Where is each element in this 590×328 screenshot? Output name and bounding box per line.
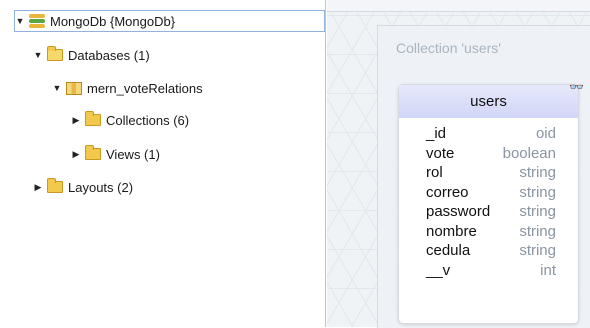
collapse-arrow-icon[interactable]: ▶	[33, 182, 43, 193]
tree-item-collections[interactable]: ▶ Collections (6)	[71, 109, 189, 131]
field-type: string	[519, 242, 556, 259]
tree-item-views[interactable]: ▶ Views (1)	[71, 143, 160, 165]
tree-item-label: Layouts (2)	[68, 179, 134, 195]
database-map-icon	[66, 81, 82, 95]
collapse-arrow-icon[interactable]: ▶	[71, 149, 81, 160]
field-name: rol	[426, 164, 443, 181]
expand-arrow-icon[interactable]: ▼	[52, 83, 62, 93]
field-row[interactable]: vote boolean	[426, 145, 556, 162]
field-type: string	[519, 222, 556, 240]
field-type: int	[540, 261, 556, 279]
tree-item-label: MongoDb {MongoDb}	[50, 13, 176, 29]
tree-item-label: Views (1)	[106, 146, 160, 162]
view-icon[interactable]: 👓	[569, 80, 584, 94]
collection-title: Collection 'users'	[396, 40, 501, 56]
tree-item-layouts[interactable]: ▶ Layouts (2)	[33, 176, 133, 198]
folder-icon	[85, 145, 101, 160]
tree-item-label: mern_voteRelations	[87, 80, 203, 96]
tree-item-root[interactable]: ▼ MongoDb {MongoDb}	[14, 10, 325, 32]
expand-arrow-icon[interactable]: ▼	[15, 16, 25, 26]
field-name: password	[426, 203, 491, 220]
tree-item-databases[interactable]: ▼ Databases (1)	[33, 44, 150, 66]
field-type: string	[519, 203, 556, 220]
tree-panel: ▼ MongoDb {MongoDb} ▼ Databases (1) ▼ me…	[0, 0, 326, 327]
field-type: string	[519, 164, 556, 181]
field-row[interactable]: correo string	[426, 184, 556, 201]
tree-item-database[interactable]: ▼ mern_voteRelations	[52, 77, 203, 99]
field-row[interactable]: password string	[426, 203, 556, 220]
field-row[interactable]: rol string	[426, 164, 556, 181]
field-name: correo	[426, 183, 469, 201]
field-name: _id	[426, 125, 447, 142]
folder-open-icon	[47, 46, 63, 61]
field-row[interactable]: cedula string	[426, 242, 556, 259]
field-type: string	[519, 183, 556, 201]
field-name: vote	[426, 144, 455, 162]
field-row[interactable]: nombre string	[426, 223, 556, 240]
diagram-canvas[interactable]: Collection 'users' users 👓 _id oid vote boo…	[327, 0, 590, 328]
canvas-top-strip	[327, 0, 590, 12]
field-row[interactable]: __v int	[426, 262, 556, 279]
field-name: __v	[426, 261, 451, 279]
card-title[interactable]: users	[399, 85, 578, 118]
tree-item-label: Databases (1)	[68, 47, 150, 63]
folder-icon	[85, 111, 101, 126]
collapse-arrow-icon[interactable]: ▶	[71, 115, 81, 126]
expand-arrow-icon[interactable]: ▼	[33, 50, 43, 60]
folder-icon	[47, 178, 63, 193]
field-name: cedula	[426, 242, 471, 259]
field-row[interactable]: _id oid	[426, 125, 556, 142]
field-type: oid	[535, 125, 556, 142]
mongodb-icon	[29, 14, 45, 28]
field-type: boolean	[502, 144, 556, 162]
field-name: nombre	[426, 222, 477, 240]
tree-item-label: Collections (6)	[106, 112, 190, 128]
collection-card[interactable]: users 👓 _id oid vote boolean rol string correo…	[398, 80, 584, 324]
